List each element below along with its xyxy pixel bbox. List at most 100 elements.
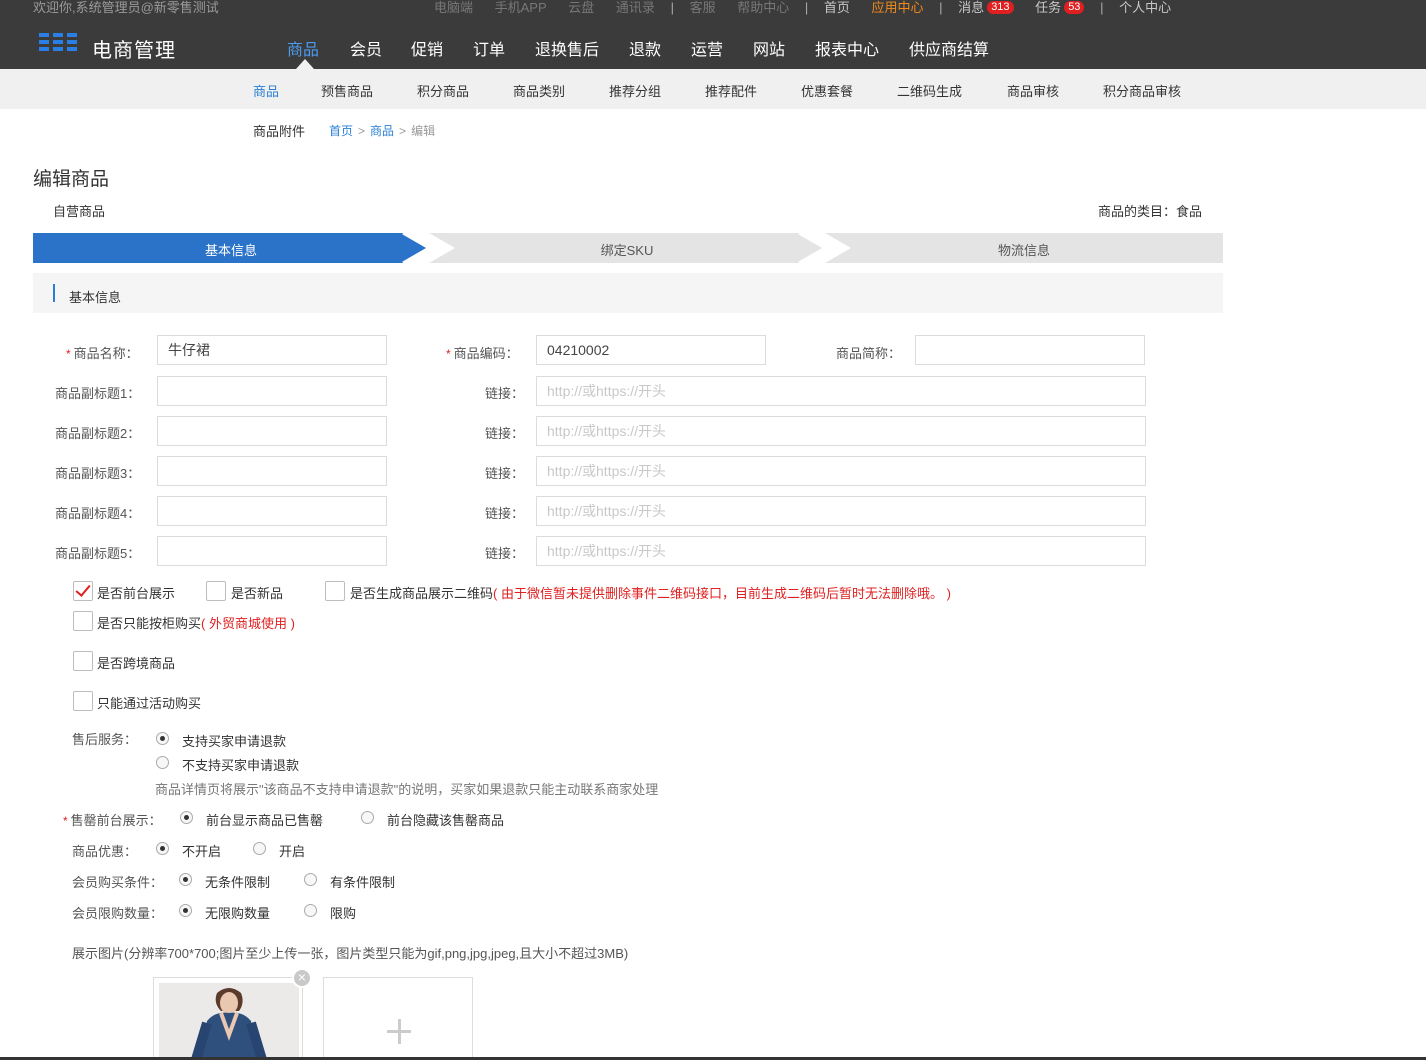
condition-has-radio[interactable] — [304, 873, 317, 886]
subtitle-2-label: 商品副标题2： — [55, 426, 141, 441]
link-2-label: 链接： — [485, 426, 525, 441]
nav-reports[interactable]: 报表中心 — [815, 36, 879, 60]
cross-border-label: 是否跨境商品 — [97, 656, 176, 671]
section-header: 基本信息 — [33, 273, 1223, 313]
goods-category: 商品的类目：食品 — [1097, 204, 1202, 219]
add-image-button[interactable] — [323, 977, 473, 1060]
breadcrumb-sep: > — [358, 124, 366, 138]
required-mark: * — [446, 347, 451, 361]
after-sale-yes-label: 支持买家申请退款 — [182, 734, 287, 749]
is-new-checkbox[interactable] — [206, 581, 226, 601]
nav-orders[interactable]: 订单 — [473, 36, 505, 60]
nav-members[interactable]: 会员 — [350, 36, 382, 60]
nav-refunds[interactable]: 退款 — [629, 36, 661, 60]
link-profile[interactable]: 个人中心 — [1119, 0, 1171, 15]
separator: | — [1100, 0, 1104, 15]
goods-code-input[interactable] — [536, 335, 766, 365]
subnav-goods[interactable]: 商品 — [253, 81, 279, 100]
logo-icon — [39, 33, 79, 53]
subtitle-4-input[interactable] — [157, 496, 387, 526]
discount-off-radio[interactable] — [156, 842, 169, 855]
goods-code-label-text: 商品编码： — [453, 346, 519, 361]
subtitle-3-input[interactable] — [157, 456, 387, 486]
limit-none-radio[interactable] — [179, 904, 192, 917]
cabinet-checkbox[interactable] — [73, 611, 93, 631]
link-3-input[interactable] — [536, 456, 1146, 486]
qrcode-label: 是否生成商品展示二维码( 由于微信暂未提供删除事件二维码接口，目前生成二维码后暂… — [350, 583, 951, 602]
section-accent-bar — [53, 284, 55, 302]
step-basic-info[interactable]: 基本信息 — [33, 240, 429, 259]
link-app[interactable]: 手机APP — [495, 0, 547, 15]
product-photo — [159, 983, 299, 1059]
nav-website[interactable]: 网站 — [753, 36, 785, 60]
subnav-presale[interactable]: 预售商品 — [321, 81, 373, 100]
nav-supplier[interactable]: 供应商结算 — [909, 36, 989, 60]
subnav-category[interactable]: 商品类别 — [513, 81, 565, 100]
goods-attachment-link[interactable]: 商品附件 — [253, 121, 305, 140]
subtitle-1-label: 商品副标题1： — [55, 386, 141, 401]
nav-returns[interactable]: 退换售后 — [535, 36, 599, 60]
subnav-recommend-group[interactable]: 推荐分组 — [609, 81, 661, 100]
required-mark: * — [66, 347, 71, 361]
breadcrumb-goods[interactable]: 商品 — [370, 124, 394, 138]
link-contacts[interactable]: 通讯录 — [616, 0, 655, 15]
link-5-label: 链接： — [485, 546, 525, 561]
subtitle-5-input[interactable] — [157, 536, 387, 566]
required-mark: * — [63, 814, 68, 828]
remove-image-icon[interactable]: × — [292, 968, 312, 988]
cabinet-label-text: 是否只能按柜购买 — [97, 616, 202, 631]
link-service[interactable]: 客服 — [690, 0, 716, 15]
front-show-checkbox[interactable] — [73, 581, 93, 601]
logo-text: 电商管理 — [92, 40, 176, 62]
nav-operations[interactable]: 运营 — [691, 36, 723, 60]
nav-goods[interactable]: 商品 — [287, 36, 319, 60]
subtitle-1-input[interactable] — [157, 376, 387, 406]
limit-has-label: 限购 — [330, 906, 357, 921]
link-pc[interactable]: 电脑端 — [434, 0, 473, 15]
after-sale-no-radio[interactable] — [156, 756, 169, 769]
subnav-recommend-accessory[interactable]: 推荐配件 — [705, 81, 757, 100]
step-logistics[interactable]: 物流信息 — [825, 240, 1223, 259]
soldout-show-radio[interactable] — [180, 811, 193, 824]
soldout-hide-radio[interactable] — [361, 811, 374, 824]
soldout-label: * 售罄前台展示： — [63, 810, 162, 829]
goods-code-label: * 商品编码： — [446, 343, 519, 362]
subtitle-2-input[interactable] — [157, 416, 387, 446]
link-1-input[interactable] — [536, 376, 1146, 406]
separator: | — [939, 0, 943, 15]
activity-only-checkbox[interactable] — [73, 691, 93, 711]
qrcode-checkbox[interactable] — [325, 581, 345, 601]
breadcrumb-current: 编辑 — [411, 124, 436, 138]
soldout-hide-label: 前台隐藏该售罄商品 — [387, 813, 505, 828]
goods-name-input[interactable] — [157, 335, 387, 365]
breadcrumb-home[interactable]: 首页 — [329, 124, 353, 138]
subnav-points-goods[interactable]: 积分商品 — [417, 81, 469, 100]
link-3-label: 链接： — [485, 466, 525, 481]
uploaded-image-thumb[interactable] — [153, 977, 303, 1060]
self-goods-label: 自营商品 — [53, 204, 106, 219]
goods-short-input[interactable] — [915, 335, 1145, 365]
link-5-input[interactable] — [536, 536, 1146, 566]
link-4-input[interactable] — [536, 496, 1146, 526]
subnav-points-review[interactable]: 积分商品审核 — [1103, 81, 1181, 100]
link-app-center[interactable]: 应用中心 — [872, 0, 924, 15]
subnav-package[interactable]: 优惠套餐 — [801, 81, 853, 100]
limit-none-label: 无限购数量 — [205, 906, 271, 921]
discount-on-radio[interactable] — [253, 842, 266, 855]
after-sale-yes-radio[interactable] — [156, 732, 169, 745]
link-2-input[interactable] — [536, 416, 1146, 446]
nav-promotion[interactable]: 促销 — [411, 36, 443, 60]
subnav-review[interactable]: 商品审核 — [1007, 81, 1059, 100]
link-help[interactable]: 帮助中心 — [737, 0, 789, 15]
cross-border-checkbox[interactable] — [73, 651, 93, 671]
link-messages[interactable]: 消息 313 — [958, 0, 1014, 15]
step-bind-sku[interactable]: 绑定SKU — [429, 240, 825, 259]
link-tasks[interactable]: 任务 53 — [1035, 0, 1085, 15]
limit-has-radio[interactable] — [304, 904, 317, 917]
condition-label: 会员购买条件： — [72, 875, 164, 890]
subnav-qrcode[interactable]: 二维码生成 — [897, 81, 962, 100]
soldout-label-text: 售罄前台展示： — [70, 813, 162, 828]
link-home[interactable]: 首页 — [824, 0, 850, 15]
link-cloud[interactable]: 云盘 — [568, 0, 594, 15]
condition-none-radio[interactable] — [179, 873, 192, 886]
